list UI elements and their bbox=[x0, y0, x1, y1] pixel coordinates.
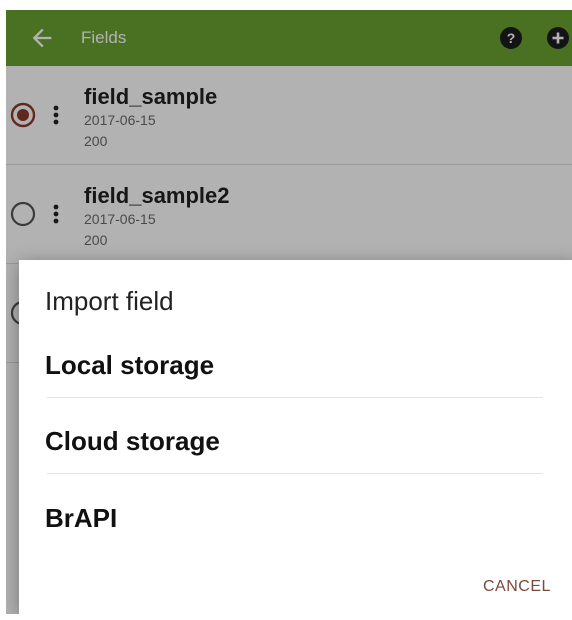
cancel-button[interactable]: CANCEL bbox=[483, 578, 551, 596]
import-field-dialog: Import field Local storage Cloud storage… bbox=[19, 260, 572, 614]
fields-screen: Fields ? field_sample 2017-06-15 200 fie… bbox=[6, 10, 572, 614]
dialog-title: Import field bbox=[45, 286, 174, 316]
option-cloud-storage[interactable]: Cloud storage bbox=[45, 426, 541, 457]
option-brapi[interactable]: BrAPI bbox=[45, 503, 541, 534]
option-local-storage[interactable]: Local storage bbox=[45, 350, 541, 381]
divider bbox=[47, 397, 543, 398]
divider bbox=[47, 473, 543, 474]
